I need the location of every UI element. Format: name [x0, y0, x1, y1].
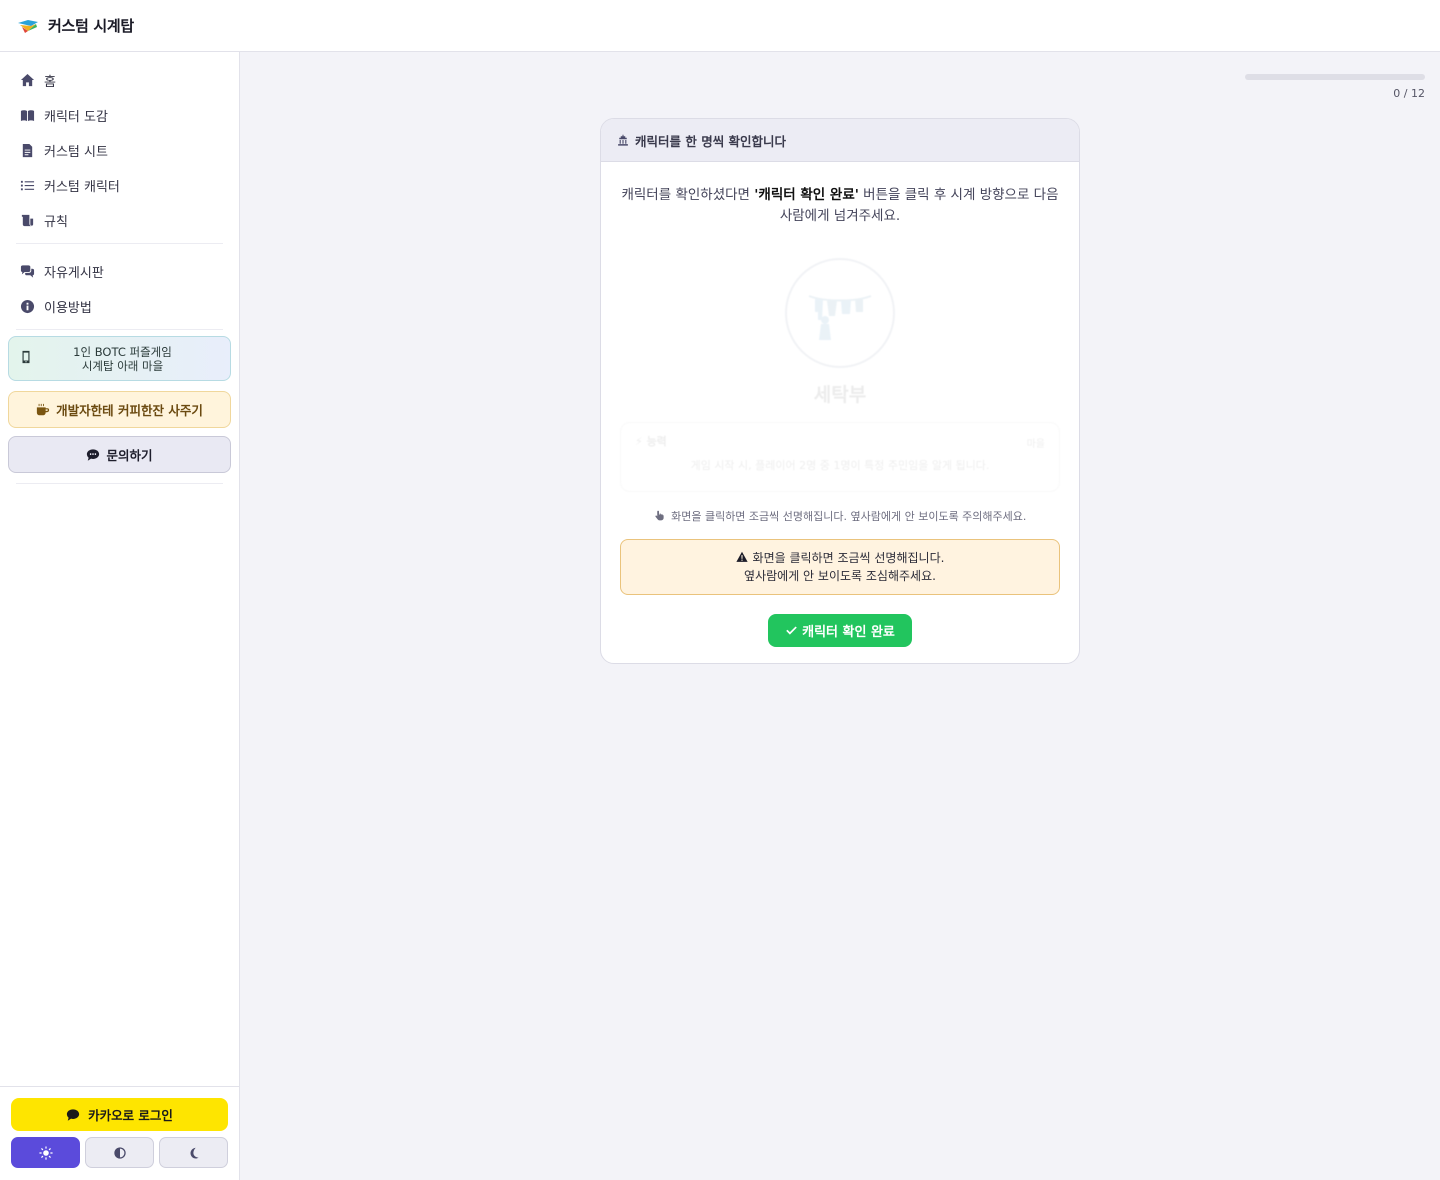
book-icon	[18, 106, 36, 124]
warning-text-1: 화면을 클릭하면 조금씩 선명해집니다.	[752, 551, 945, 565]
instruction-pre: 캐릭터를 확인하셨다면	[621, 187, 755, 203]
buy-coffee-button[interactable]: 개발자한테 커피한잔 사주기	[8, 391, 231, 428]
sidebar-item-label: 커스텀 캐릭터	[44, 179, 120, 195]
ability-box: ⚡ 능력 마을 게임 시작 시, 플레이어 2명 중 1명이 특정 주민임을 알…	[620, 422, 1060, 492]
sidebar-item-label: 규칙	[44, 214, 68, 230]
logo-icon[interactable]	[16, 17, 40, 35]
sidebar-item-custom-character[interactable]: 커스텀 캐릭터	[8, 168, 231, 202]
warning-line-2: 옆사람에게 안 보이도록 조심해주세요.	[744, 569, 936, 583]
hand-pointer-icon	[654, 510, 664, 521]
theme-auto-button[interactable]	[85, 1137, 154, 1168]
click-hint: 화면을 클릭하면 조금씩 선명해집니다. 옆사람에게 안 보이도록 주의해주세요…	[601, 508, 1079, 524]
chat-bubble-icon	[66, 1108, 80, 1121]
theme-dark-button[interactable]	[159, 1137, 228, 1168]
sidebar-footer: 카카오로 로그인	[0, 1086, 239, 1180]
sidebar-item-how-to-use[interactable]: 이용방법	[8, 289, 231, 323]
confirm-character-button[interactable]: 캐릭터 확인 완료	[768, 614, 912, 647]
progress-bar	[1245, 74, 1425, 80]
sidebar-divider	[16, 329, 223, 330]
sidebar-divider	[16, 483, 223, 484]
comments-icon	[18, 262, 36, 280]
sidebar-item-label: 자유게시판	[44, 265, 104, 281]
sidebar-item-label: 이용방법	[44, 300, 92, 316]
warning-box: 화면을 클릭하면 조금씩 선명해집니다. 옆사람에게 안 보이도록 조심해주세요…	[620, 539, 1060, 595]
ability-header-label: 능력	[646, 435, 667, 448]
progress-label: 0 / 12	[1393, 87, 1425, 100]
buy-coffee-label: 개발자한테 커피한잔 사주기	[56, 403, 203, 418]
sidebar-item-label: 캐릭터 도감	[44, 109, 108, 125]
kakao-login-label: 카카오로 로그인	[88, 1108, 173, 1123]
botc-puzzle-promo-button[interactable]: 1인 BOTC 퍼즐게임 시계탑 아래 마을	[8, 336, 231, 381]
ability-text: 게임 시작 시, 플레이어 2명 중 1명이 특정 주민임을 알게 됩니다.	[690, 459, 990, 472]
document-icon	[18, 141, 36, 159]
character-reveal-card: 캐릭터를 한 명씩 확인합니다 캐릭터를 확인하셨다면 '캐릭터 확인 완료' …	[600, 118, 1080, 664]
list-icon	[18, 176, 36, 194]
scroll-icon	[18, 211, 36, 229]
confirm-label: 캐릭터 확인 완료	[802, 625, 895, 640]
ability-team-tag: 마을	[1026, 439, 1045, 450]
character-name: 세탁부	[813, 384, 867, 406]
sidebar-item-character-guide[interactable]: 캐릭터 도감	[8, 98, 231, 132]
theme-light-button[interactable]	[11, 1137, 80, 1168]
comment-dots-icon	[87, 448, 100, 461]
home-icon	[18, 71, 36, 89]
check-icon	[786, 626, 797, 635]
mobile-phone-icon	[19, 349, 33, 368]
sidebar-item-rules[interactable]: 규칙	[8, 203, 231, 237]
sidebar-divider	[16, 243, 223, 244]
landmark-icon	[618, 134, 628, 146]
moon-icon	[190, 1147, 199, 1159]
card-title: 캐릭터를 한 명씩 확인합니다	[635, 133, 787, 149]
info-icon	[18, 297, 36, 315]
click-hint-text: 화면을 클릭하면 조금씩 선명해집니다. 옆사람에게 안 보이도록 주의해주세요…	[671, 510, 1027, 523]
sun-icon	[38, 1145, 53, 1160]
promo-line-2: 시계탑 아래 마을	[81, 358, 164, 373]
coffee-icon	[37, 403, 50, 415]
warning-triangle-icon	[735, 551, 748, 562]
washerwoman-icon	[808, 295, 872, 340]
sidebar-item-free-board[interactable]: 자유게시판	[8, 254, 231, 288]
sidebar-nav: 홈 캐릭터 도감 커스텀 시트 커스텀 캐릭터 규칙	[0, 52, 239, 237]
sidebar-item-home[interactable]: 홈	[8, 63, 231, 97]
contrast-icon	[113, 1146, 126, 1159]
character-token	[785, 258, 895, 368]
warning-line-1: 화면을 클릭하면 조금씩 선명해집니다.	[735, 549, 945, 567]
sidebar-item-label: 홈	[44, 74, 56, 90]
inquiry-button[interactable]: 문의하기	[8, 436, 231, 473]
sidebar-item-custom-sheet[interactable]: 커스텀 시트	[8, 133, 231, 167]
instruction-text: 캐릭터를 확인하셨다면 '캐릭터 확인 완료' 버튼을 클릭 후 시계 방향으로…	[621, 185, 1059, 227]
app-title[interactable]: 커스텀 시계탑	[48, 15, 134, 36]
card-header: 캐릭터를 한 명씩 확인합니다	[601, 119, 1079, 162]
kakao-login-button[interactable]: 카카오로 로그인	[11, 1098, 228, 1131]
instruction-bold: '캐릭터 확인 완료'	[754, 187, 859, 203]
sidebar-item-label: 커스텀 시트	[44, 144, 108, 160]
theme-switcher	[11, 1137, 228, 1168]
promo-text: 1인 BOTC 퍼즐게임 시계탑 아래 마을	[33, 345, 230, 373]
blurred-character-area[interactable]: 세탁부 ⚡ 능력 마을 게임 시작 시, 플레이어 2명 중 1명이 특정 주민…	[601, 258, 1079, 492]
inquiry-label: 문의하기	[106, 448, 153, 463]
ability-header: ⚡ 능력	[635, 435, 667, 448]
promo-line-1: 1인 BOTC 퍼즐게임	[73, 344, 172, 359]
top-bar: 커스텀 시계탑	[0, 0, 1440, 52]
sidebar: 홈 캐릭터 도감 커스텀 시트 커스텀 캐릭터 규칙 자유게시판 이용방법 1인…	[0, 52, 240, 1180]
